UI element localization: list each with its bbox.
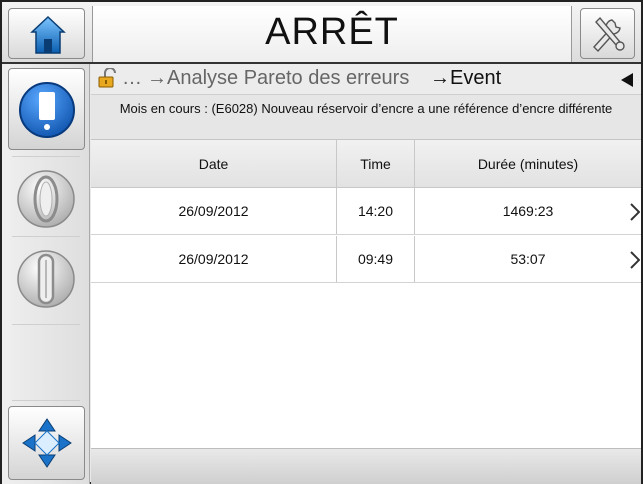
breadcrumb-item-event: →Event xyxy=(430,67,502,89)
column-header-duration[interactable]: Durée (minutes) xyxy=(414,140,641,187)
top-bar: ARRÊT xyxy=(2,2,641,64)
cell-duration: 53:07 xyxy=(414,236,641,282)
tools-button[interactable] xyxy=(580,8,635,59)
app-window: ARRÊT … →Analyse Pareto des erreurs →Eve… xyxy=(0,0,643,484)
page-title: ARRÊT xyxy=(265,11,399,53)
table-header: Date Time Durée (minutes) xyxy=(91,140,641,188)
ink-system-button[interactable] xyxy=(8,68,85,150)
table-row[interactable]: 26/09/2012 14:20 1469:23 xyxy=(91,188,641,235)
rail-divider xyxy=(12,236,80,237)
navigation-button[interactable] xyxy=(8,406,85,480)
back-arrow-icon[interactable] xyxy=(621,73,633,87)
rail-divider xyxy=(12,156,80,157)
breadcrumb: … →Analyse Pareto des erreurs →Event xyxy=(91,64,641,94)
ink-cartridge-icon xyxy=(19,82,75,138)
column-header-date[interactable]: Date xyxy=(91,140,336,187)
footer-bar xyxy=(91,448,641,484)
column-header-time[interactable]: Time xyxy=(336,140,414,187)
rail-divider xyxy=(12,324,80,325)
event-description: Mois en cours : (E6028) Nouveau réservoi… xyxy=(91,94,641,140)
home-button[interactable] xyxy=(8,8,85,59)
cell-date: 26/09/2012 xyxy=(178,251,249,267)
left-rail xyxy=(2,64,90,484)
status-title-box: ARRÊT xyxy=(92,6,572,62)
jet-open-icon xyxy=(17,170,75,228)
directional-pad-icon xyxy=(22,418,72,468)
jet-start-button[interactable] xyxy=(8,158,85,240)
chevron-right-icon[interactable] xyxy=(630,251,640,269)
unlocked-padlock-icon[interactable] xyxy=(98,67,116,94)
chevron-right-icon[interactable] xyxy=(630,203,640,221)
table-row[interactable]: 26/09/2012 09:49 53:07 xyxy=(91,236,641,283)
cell-date: 26/09/2012 xyxy=(178,203,249,219)
breadcrumb-item-pareto[interactable]: →Analyse Pareto des erreurs xyxy=(147,67,409,90)
cell-time: 09:49 xyxy=(336,236,414,282)
rail-divider xyxy=(12,400,80,401)
home-icon xyxy=(30,15,66,54)
jet-closed-icon xyxy=(17,250,75,308)
cell-duration: 1469:23 xyxy=(414,188,641,234)
tools-icon xyxy=(593,16,625,53)
main-content: … →Analyse Pareto des erreurs →Event Moi… xyxy=(91,64,641,448)
breadcrumb-ellipsis[interactable]: … xyxy=(122,67,142,90)
cell-time: 14:20 xyxy=(336,188,414,234)
jet-stop-button[interactable] xyxy=(8,238,85,320)
